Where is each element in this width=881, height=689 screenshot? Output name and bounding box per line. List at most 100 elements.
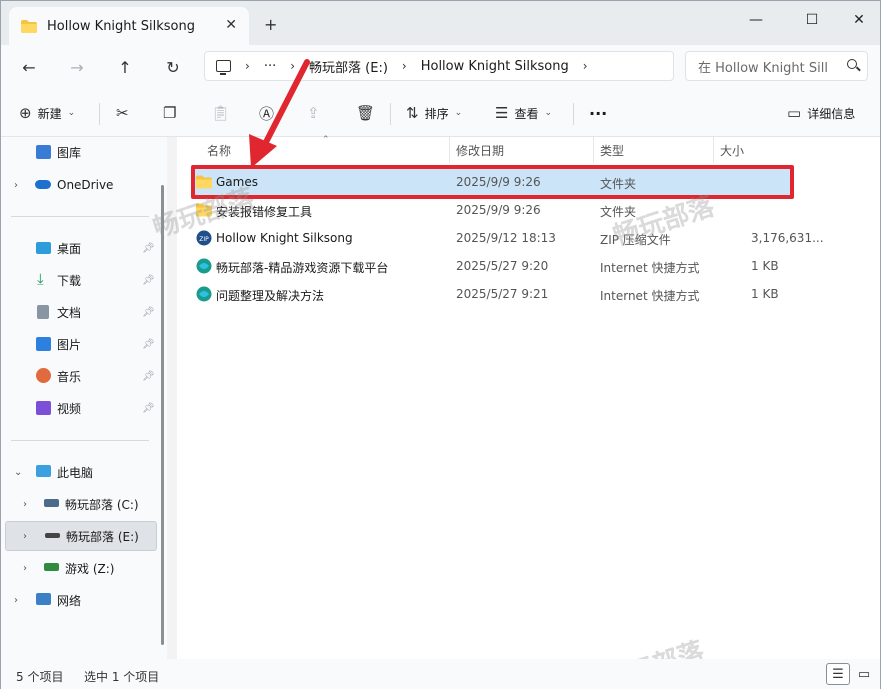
details-view-icon[interactable]: ☰ xyxy=(826,663,850,685)
more-options-button[interactable]: ··· xyxy=(589,101,607,125)
sidebar-scrollbar[interactable] xyxy=(161,185,164,645)
share-button[interactable]: ⇪ xyxy=(307,101,326,125)
breadcrumb-drive-e[interactable]: 畅玩部落 (E:) xyxy=(309,57,388,76)
folder-icon xyxy=(21,19,37,33)
sidebar-item-music[interactable]: 音乐 📌︎ xyxy=(1,361,157,391)
sidebar-item-this-pc[interactable]: ⌄ 此电脑 xyxy=(1,457,157,487)
rename-button[interactable]: Ⓐ xyxy=(259,101,280,125)
file-date: 2025/9/9 9:26 xyxy=(456,175,541,189)
sidebar-item-downloads[interactable]: ⤓ 下载 📌︎ xyxy=(1,265,157,295)
column-header-date[interactable]: 修改日期 xyxy=(449,137,504,163)
plus-circle-icon: ⊕ xyxy=(19,104,32,122)
file-name: 安装报错修复工具 xyxy=(216,205,313,219)
address-bar[interactable]: › ··· › 畅玩部落 (E:) › Hollow Knight Silkso… xyxy=(204,51,674,81)
drive-icon xyxy=(44,563,59,571)
column-header-type[interactable]: 类型 xyxy=(593,137,624,163)
system-drive-icon xyxy=(44,499,59,507)
file-row-shortcut-platform[interactable]: 畅玩部落-精品游戏资源下载平台 2025/5/27 9:20 Internet … xyxy=(191,253,791,279)
details-label: 详细信息 xyxy=(807,106,856,121)
maximize-button[interactable]: ☐ xyxy=(797,9,827,31)
chevron-right-icon: › xyxy=(401,59,407,73)
divider xyxy=(11,216,149,217)
breadcrumb-more[interactable]: ··· xyxy=(264,59,276,74)
file-type: Internet 快捷方式 xyxy=(600,289,700,303)
paste-button[interactable]: 📋︎ xyxy=(211,101,236,125)
details-pane-icon: ▭ xyxy=(787,104,802,122)
pin-icon[interactable]: 📌︎ xyxy=(142,275,155,286)
file-date: 2025/5/27 9:20 xyxy=(456,259,549,273)
column-date-label: 修改日期 xyxy=(456,143,505,158)
delete-button[interactable]: 🗑︎ xyxy=(356,101,381,125)
column-header-size[interactable]: 大小 xyxy=(713,137,744,163)
sidebar-item-desktop[interactable]: 桌面 📌︎ xyxy=(1,233,157,263)
chevron-right-icon: › xyxy=(14,594,18,606)
network-icon xyxy=(36,593,51,605)
sidebar-item-drive-c[interactable]: › 畅玩部落 (C:) xyxy=(1,489,157,519)
sidebar-item-label: 视频 xyxy=(57,401,82,416)
forward-arrow-icon[interactable]: → xyxy=(64,55,90,79)
sidebar-item-drive-e[interactable]: › 畅玩部落 (E:) xyxy=(5,521,157,551)
pin-icon[interactable]: 📌︎ xyxy=(142,243,155,254)
file-type: 文件夹 xyxy=(600,205,637,219)
command-bar: ⊕ 新建 ⌄ ✂ ❐ 📋︎ Ⓐ ⇪ 🗑︎ ⇅ 排序 ⌄ ☰ 查看 ⌄ ··· ▭… xyxy=(1,89,880,137)
new-button[interactable]: ⊕ 新建 ⌄ xyxy=(19,101,75,125)
view-button[interactable]: ☰ 查看 ⌄ xyxy=(495,101,552,125)
desktop-icon xyxy=(36,242,51,254)
file-row-games[interactable]: Games 2025/9/9 9:26 文件夹 xyxy=(191,169,791,195)
close-window-button[interactable]: ✕ xyxy=(844,9,874,31)
view-label: 查看 xyxy=(514,106,539,121)
file-row-repair-tool[interactable]: 安装报错修复工具 2025/9/9 9:26 文件夹 xyxy=(191,197,791,223)
tab-hollow-knight[interactable]: Hollow Knight Silksong ✕ xyxy=(9,7,249,45)
file-date: 2025/9/9 9:26 xyxy=(456,203,541,217)
column-header-name[interactable]: 名称 xyxy=(200,137,231,163)
video-icon xyxy=(36,401,51,415)
file-row-zip[interactable]: ZIP Hollow Knight Silksong 2025/9/12 18:… xyxy=(191,225,824,251)
folder-icon xyxy=(196,203,212,217)
internet-shortcut-icon xyxy=(196,258,212,274)
details-button[interactable]: ▭ 详细信息 xyxy=(787,101,855,125)
up-arrow-icon[interactable]: ↑ xyxy=(112,55,138,79)
copy-button[interactable]: ❐ xyxy=(163,101,182,125)
file-row-shortcut-faq[interactable]: 问题整理及解决方法 2025/5/27 9:21 Internet 快捷方式 1… xyxy=(191,281,791,307)
copy-icon: ❐ xyxy=(163,104,177,122)
chevron-right-icon: › xyxy=(23,562,27,574)
picture-icon xyxy=(36,337,51,351)
file-name: 问题整理及解决方法 xyxy=(216,289,325,303)
minimize-button[interactable]: — xyxy=(741,9,771,31)
pin-icon[interactable]: 📌︎ xyxy=(142,371,155,382)
chevron-down-icon: ⌄ xyxy=(14,466,23,478)
sidebar-item-network[interactable]: › 网络 xyxy=(1,585,157,615)
close-tab-icon[interactable]: ✕ xyxy=(225,17,237,33)
pin-icon[interactable]: 📌︎ xyxy=(142,307,155,318)
cloud-icon xyxy=(35,180,51,189)
tab-title: Hollow Knight Silksong xyxy=(47,18,195,34)
internet-shortcut-icon xyxy=(196,286,212,302)
search-input[interactable]: 在 Hollow Knight Sill xyxy=(685,51,868,81)
clipboard-icon: 📋︎ xyxy=(211,104,231,122)
cut-button[interactable]: ✂ xyxy=(116,101,135,125)
sidebar-item-label: 畅玩部落 (E:) xyxy=(66,529,139,544)
new-tab-button[interactable]: + xyxy=(264,15,277,34)
sidebar-item-videos[interactable]: 视频 📌︎ xyxy=(1,393,157,423)
sort-button[interactable]: ⇅ 排序 ⌄ xyxy=(406,101,462,125)
refresh-icon[interactable]: ↻ xyxy=(160,55,186,79)
divider xyxy=(11,440,149,441)
sidebar-item-onedrive[interactable]: › OneDrive xyxy=(1,170,157,200)
divider xyxy=(573,103,574,125)
chevron-right-icon: › xyxy=(245,59,250,73)
breadcrumb-current-folder[interactable]: Hollow Knight Silksong xyxy=(421,59,569,74)
pin-icon[interactable]: 📌︎ xyxy=(142,339,155,350)
sidebar-item-gallery[interactable]: 图库 xyxy=(1,137,157,167)
file-size: 3,176,631... xyxy=(751,231,824,245)
pin-icon[interactable]: 📌︎ xyxy=(142,403,155,414)
tiles-view-icon[interactable]: ▭ xyxy=(852,663,876,685)
item-count: 5 个项目 xyxy=(16,670,64,684)
sidebar-item-documents[interactable]: 文档 📌︎ xyxy=(1,297,157,327)
sidebar-item-drive-z[interactable]: › 游戏 (Z:) xyxy=(1,553,157,583)
navigation-pane: 图库 › OneDrive 桌面 📌︎ ⤓ 下载 📌︎ 文档 📌︎ 图片 📌︎ xyxy=(1,137,167,659)
file-type: 文件夹 xyxy=(600,177,637,191)
sidebar-item-pictures[interactable]: 图片 📌︎ xyxy=(1,329,157,359)
file-size: 1 KB xyxy=(751,287,779,301)
address-row: ← → ↑ ↻ › ··· › 畅玩部落 (E:) › Hollow Knigh… xyxy=(1,45,880,89)
back-arrow-icon[interactable]: ← xyxy=(16,55,42,79)
